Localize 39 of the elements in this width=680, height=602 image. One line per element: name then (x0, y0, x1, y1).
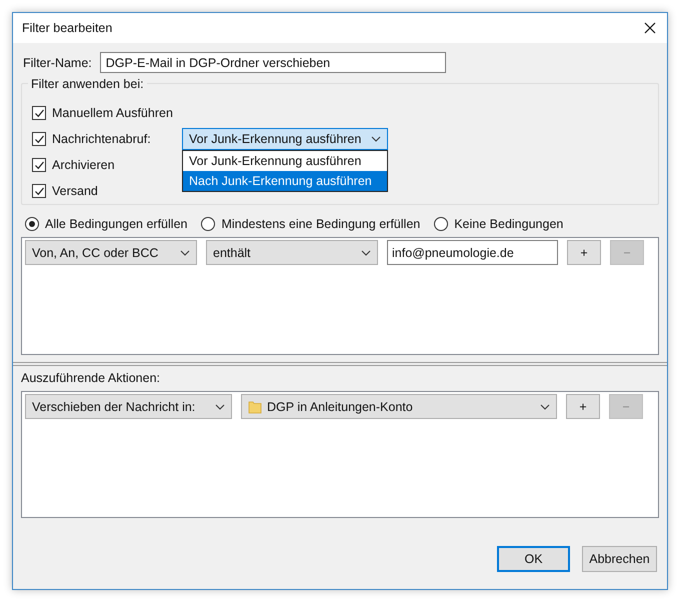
dropdown-option[interactable]: Nach Junk-Erkennung ausführen (183, 171, 387, 191)
ok-button[interactable]: OK (497, 546, 570, 572)
radio-label: Mindestens eine Bedingung erfüllen (221, 217, 420, 231)
actions-label: Auszuführende Aktionen: (21, 371, 161, 385)
checkbox-label: Manuellem Ausführen (52, 106, 173, 120)
group-legend: Filter anwenden bei: (28, 77, 147, 91)
value-field[interactable]: info@pneumologie.de (387, 240, 558, 265)
filter-name-label: Filter-Name: (23, 56, 92, 70)
folder-icon (248, 400, 262, 414)
add-button[interactable]: + (566, 394, 600, 419)
window-title: Filter bearbeiten (22, 21, 112, 35)
action-dropdown[interactable]: Verschieben der Nachricht in: (25, 394, 232, 419)
dropdown[interactable]: Vor Junk-Erkennung ausführen (182, 128, 388, 150)
add-button[interactable]: + (567, 240, 601, 265)
chevron-down-icon (371, 136, 381, 142)
checkbox[interactable] (32, 184, 46, 198)
filter-name-field[interactable]: DGP-E-Mail in DGP-Ordner verschieben (100, 52, 446, 73)
radio-label: Alle Bedingungen erfüllen (45, 217, 188, 231)
radio-label: Keine Bedingungen (454, 217, 564, 231)
dropdown-option[interactable]: Vor Junk-Erkennung ausführen (183, 151, 387, 171)
chevron-down-icon (361, 250, 371, 256)
checkbox-label: Nachrichtenabruf: (52, 132, 152, 146)
chevron-down-icon (215, 404, 225, 410)
radio-button[interactable] (201, 217, 216, 231)
checkbox-label: Versand (52, 184, 98, 198)
checkbox[interactable] (32, 132, 46, 146)
chevron-down-icon (180, 250, 190, 256)
chevron-down-icon (540, 404, 550, 410)
cancel-button[interactable]: Abbrechen (582, 546, 657, 572)
field-dropdown[interactable]: Von, An, CC oder BCC (25, 240, 197, 265)
radio-button[interactable] (25, 217, 39, 231)
folder-name: DGP in Anleitungen-Konto (267, 400, 413, 414)
close-icon[interactable] (643, 21, 657, 35)
checkbox-label: Archivieren (52, 158, 115, 172)
operator-dropdown[interactable]: enthält (206, 240, 378, 265)
folder-dropdown[interactable]: DGP in Anleitungen-Konto (241, 394, 557, 419)
checkbox[interactable] (32, 158, 46, 172)
radio-button[interactable] (434, 217, 448, 231)
checkbox[interactable] (32, 106, 46, 120)
